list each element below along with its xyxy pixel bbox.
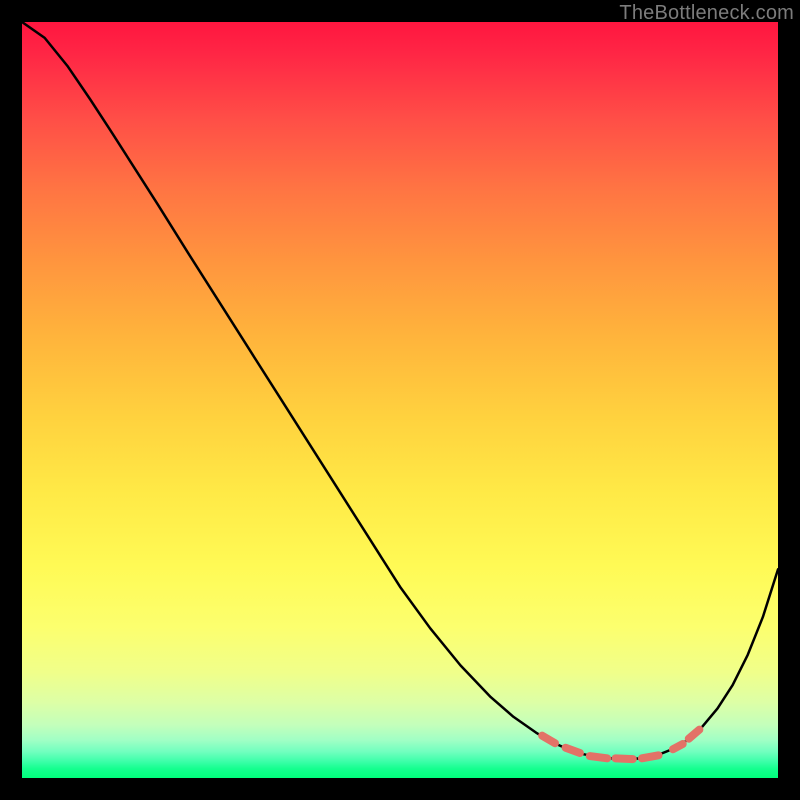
marker-segment-5 xyxy=(673,744,683,749)
marker-segment-6 xyxy=(689,730,700,739)
watermark-text: TheBottleneck.com xyxy=(619,2,794,25)
marker-segment-2 xyxy=(590,756,607,758)
marker-segment-3 xyxy=(615,758,632,759)
optimal-range-markers xyxy=(542,730,699,759)
plot-area xyxy=(22,22,778,778)
marker-segment-1 xyxy=(566,748,580,753)
chart-stage: TheBottleneck.com xyxy=(0,0,800,800)
marker-segment-0 xyxy=(542,736,555,744)
marker-layer xyxy=(22,22,778,778)
marker-segment-4 xyxy=(642,755,659,758)
